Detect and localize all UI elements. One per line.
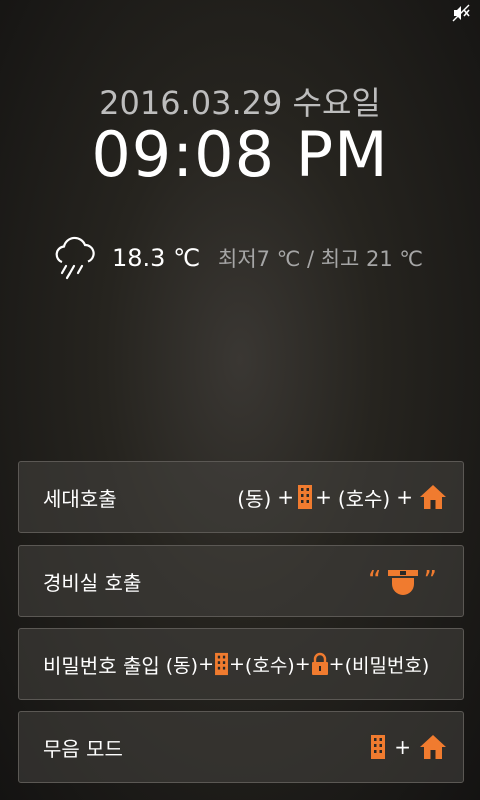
temperature-range: 최저7 ℃ / 최고 21 ℃ (218, 247, 424, 271)
guard-call-label: 경비실 호출 (43, 570, 142, 595)
silent-mode-hint: + (370, 734, 447, 760)
current-temperature: 18.3 ℃ (112, 244, 201, 272)
time-display: 09:08 PM (91, 118, 389, 191)
quote-close: ” (423, 566, 437, 596)
plus-text: + (315, 485, 332, 509)
plus-text: + (396, 485, 413, 509)
plus-text: + (394, 735, 411, 759)
ho-text: (호수) (244, 654, 295, 677)
home-icon (420, 735, 446, 759)
password-entry-hint: (동) + + (호수) + + (비밀번호) (165, 651, 430, 678)
guard-call-button[interactable]: 경비실 호출 “ ” (18, 545, 464, 617)
guard-icon (387, 570, 418, 595)
dong-text: (동) (165, 654, 199, 677)
dong-text: (동) (237, 486, 272, 511)
plus-text: + (198, 653, 214, 675)
password-text: (비밀번호) (344, 654, 430, 677)
building-icon (371, 735, 386, 759)
building-icon (298, 485, 313, 509)
quote-open: “ (368, 566, 382, 596)
ho-text: (호수) (337, 486, 391, 511)
plus-text: + (328, 653, 345, 675)
building-icon (215, 652, 228, 676)
lock-icon (311, 652, 328, 675)
silent-mode-label: 무음 모드 (43, 736, 123, 761)
plus-text: + (277, 485, 295, 509)
household-call-hint: (동) + + (호수) + (237, 483, 447, 512)
silent-mode-button[interactable]: 무음 모드 + (18, 711, 464, 783)
cloud-rain-icon (55, 236, 95, 280)
plus-text: + (229, 653, 245, 675)
password-entry-button[interactable]: 비밀번호 출입 (동) + + (호수) + + (비밀번호) (18, 628, 464, 700)
home-icon (420, 485, 446, 509)
weather-panel: 18.3 ℃ 최저7 ℃ / 최고 21 ℃ (52, 236, 423, 280)
household-call-label: 세대호출 (43, 486, 117, 511)
guard-call-hint: “ ” (368, 566, 437, 596)
plus-text: + (294, 653, 311, 675)
password-entry-label: 비밀번호 출입 (43, 653, 160, 678)
mute-speaker-icon (452, 4, 470, 22)
household-call-button[interactable]: 세대호출 (동) + + (호수) + (18, 461, 464, 533)
